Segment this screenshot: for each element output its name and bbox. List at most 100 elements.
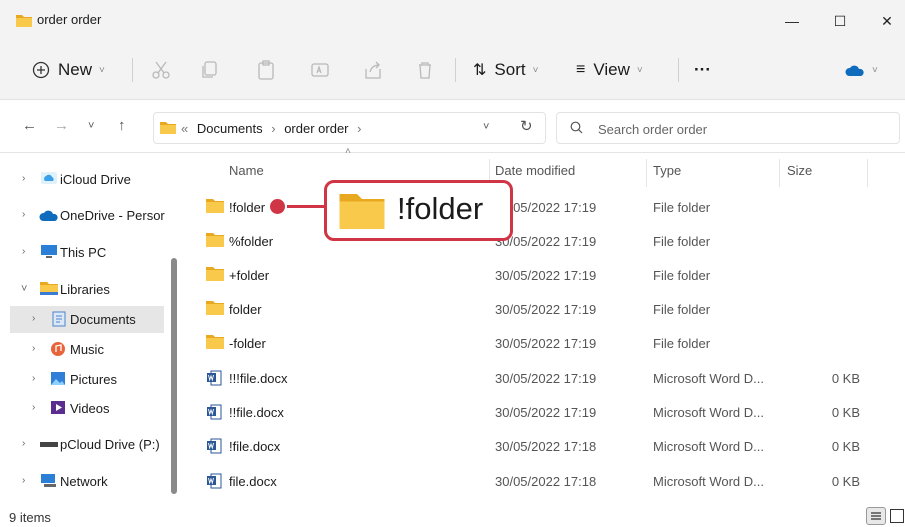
chevron-down-icon[interactable]: ˅ bbox=[21, 283, 27, 295]
chevron-down-icon: ˅ bbox=[99, 64, 105, 76]
search-placeholder: Search order order bbox=[598, 122, 708, 137]
sidebar-item-label: Pictures bbox=[70, 372, 117, 387]
close-button[interactable]: ✕ bbox=[867, 8, 905, 34]
address-bar-row: ← → ˅ ↑ « Documents › order order › ˅ ↻ … bbox=[0, 101, 905, 153]
up-icon[interactable]: ↑ bbox=[118, 117, 126, 134]
chevron-right-icon[interactable]: › bbox=[32, 373, 35, 384]
sidebar-item-pcloud-drive[interactable]: › pCloud Drive (P:) bbox=[0, 431, 170, 458]
chevron-down-icon: ˅ bbox=[872, 64, 878, 76]
chevron-right-icon[interactable]: › bbox=[22, 438, 25, 449]
sidebar-item-label: OneDrive - Persor bbox=[60, 208, 165, 223]
pictures-icon bbox=[51, 372, 65, 385]
chevron-right-icon[interactable]: › bbox=[32, 313, 35, 324]
paste-icon[interactable] bbox=[255, 59, 277, 81]
sidebar-item-network[interactable]: › Network bbox=[0, 468, 170, 495]
sort-icon: ⇅ bbox=[473, 62, 487, 79]
breadcrumb-separator[interactable]: › bbox=[271, 121, 275, 136]
chevron-right-icon[interactable]: › bbox=[22, 246, 25, 257]
column-divider[interactable] bbox=[779, 159, 780, 187]
minimize-button[interactable]: — bbox=[772, 8, 812, 34]
sidebar-item-label: Videos bbox=[70, 401, 110, 416]
breadcrumb-documents[interactable]: Documents bbox=[197, 121, 263, 136]
network-icon bbox=[41, 474, 56, 487]
delete-icon[interactable] bbox=[414, 59, 436, 81]
file-row[interactable]: -folder 30/05/2022 17:19 File folder bbox=[190, 326, 905, 360]
music-icon bbox=[51, 342, 65, 356]
folder-icon bbox=[206, 233, 224, 247]
address-dropdown-icon[interactable]: ˅ bbox=[483, 121, 489, 133]
view-icon: ≡ bbox=[576, 61, 586, 78]
share-icon[interactable] bbox=[362, 59, 384, 81]
chevron-right-icon[interactable]: › bbox=[32, 402, 35, 413]
sort-button[interactable]: ⇅ Sort ˅ bbox=[473, 55, 538, 85]
column-header-name[interactable]: Name bbox=[229, 163, 264, 178]
chevron-right-icon[interactable]: › bbox=[22, 475, 25, 486]
breadcrumb-order-order[interactable]: order order bbox=[284, 121, 348, 136]
column-header-type[interactable]: Type bbox=[653, 163, 681, 178]
file-name: +folder bbox=[229, 268, 270, 283]
file-row[interactable]: !!file.docx 30/05/2022 17:19 Microsoft W… bbox=[190, 395, 905, 429]
breadcrumb-separator[interactable]: › bbox=[357, 121, 361, 136]
file-name: !!!file.docx bbox=[229, 371, 288, 386]
onedrive-status-button[interactable]: ˅ bbox=[845, 55, 878, 85]
recent-locations-icon[interactable]: ˅ bbox=[88, 120, 94, 132]
callout-pointer-line bbox=[287, 205, 327, 208]
file-date: 30/05/2022 17:19 bbox=[495, 371, 597, 386]
file-name: -folder bbox=[229, 336, 266, 351]
navigation-scrollbar[interactable] bbox=[171, 258, 177, 494]
sidebar-item-label: Music bbox=[70, 342, 104, 357]
file-row[interactable]: folder 30/05/2022 17:19 File folder bbox=[190, 292, 905, 326]
tiles-view-button[interactable] bbox=[890, 509, 904, 523]
copy-icon[interactable] bbox=[199, 59, 221, 81]
details-view-button[interactable] bbox=[866, 507, 886, 525]
chevron-right-icon[interactable]: › bbox=[22, 173, 25, 184]
cut-icon[interactable] bbox=[150, 59, 172, 81]
folder-icon bbox=[339, 194, 385, 229]
sidebar-item-label: iCloud Drive bbox=[60, 172, 131, 187]
file-date: 30/05/2022 17:18 bbox=[495, 439, 597, 454]
sidebar-item-label: Network bbox=[60, 474, 108, 489]
file-row[interactable]: !!!file.docx 30/05/2022 17:19 Microsoft … bbox=[190, 361, 905, 395]
view-button[interactable]: ≡ View ˅ bbox=[576, 55, 643, 85]
search-icon bbox=[570, 121, 583, 134]
new-button[interactable]: New ˅ bbox=[32, 55, 105, 85]
sidebar-item-music[interactable]: › Music bbox=[0, 336, 170, 363]
file-type: File folder bbox=[653, 200, 711, 215]
status-bar: 9 items bbox=[0, 505, 905, 527]
rename-icon[interactable] bbox=[309, 59, 331, 81]
file-date: 30/05/2022 17:18 bbox=[495, 474, 597, 489]
maximize-button[interactable]: ☐ bbox=[820, 8, 860, 34]
sidebar-item-documents[interactable]: › Documents bbox=[10, 306, 164, 333]
file-type: Microsoft Word D... bbox=[653, 474, 765, 489]
column-header-date-modified[interactable]: Date modified bbox=[495, 163, 575, 178]
chevron-right-icon[interactable]: › bbox=[22, 209, 25, 220]
sidebar-item-label: This PC bbox=[60, 245, 107, 260]
chevron-right-icon[interactable]: › bbox=[32, 343, 35, 354]
sidebar-item-icloud-drive[interactable]: › iCloud Drive bbox=[0, 166, 170, 193]
sidebar-item-this-pc[interactable]: › This PC bbox=[0, 239, 170, 266]
sidebar-item-pictures[interactable]: › Pictures bbox=[0, 366, 170, 393]
file-row[interactable]: !file.docx 30/05/2022 17:18 Microsoft Wo… bbox=[190, 429, 905, 463]
column-divider[interactable] bbox=[867, 159, 868, 187]
refresh-icon[interactable]: ↻ bbox=[520, 117, 533, 135]
column-header-size[interactable]: Size bbox=[787, 163, 812, 178]
sidebar-item-libraries[interactable]: ˅ Libraries bbox=[0, 276, 170, 303]
documents-icon bbox=[52, 311, 66, 327]
file-row[interactable]: +folder 30/05/2022 17:19 File folder bbox=[190, 258, 905, 292]
breadcrumb-overflow[interactable]: « bbox=[181, 121, 188, 136]
file-row[interactable]: file.docx 30/05/2022 17:18 Microsoft Wor… bbox=[190, 464, 905, 498]
view-label: View bbox=[593, 60, 630, 79]
column-divider[interactable] bbox=[646, 159, 647, 187]
file-row[interactable]: %folder 30/05/2022 17:19 File folder bbox=[190, 224, 905, 258]
more-options-button[interactable]: ··· bbox=[694, 55, 711, 85]
cloud-icon bbox=[845, 65, 864, 76]
chevron-down-icon: ˅ bbox=[532, 64, 539, 76]
word-document-icon bbox=[207, 370, 222, 386]
details-view-icon bbox=[871, 512, 881, 520]
sidebar-item-onedrive[interactable]: › OneDrive - Persor bbox=[0, 202, 170, 229]
toolbar-divider bbox=[132, 58, 133, 82]
forward-icon[interactable]: → bbox=[54, 117, 69, 134]
back-icon[interactable]: ← bbox=[22, 117, 37, 134]
sidebar-item-videos[interactable]: › Videos bbox=[0, 395, 170, 422]
file-type: File folder bbox=[653, 234, 711, 249]
